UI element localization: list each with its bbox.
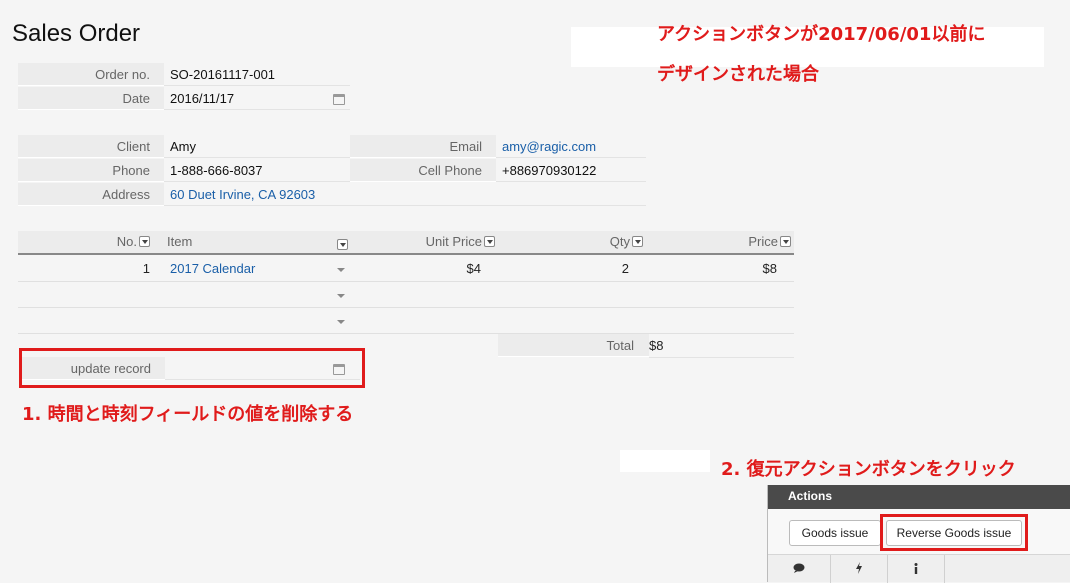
info-icon[interactable] [888, 555, 945, 583]
total-label: Total [606, 338, 634, 353]
cell-phone-label: Cell Phone [350, 159, 496, 182]
client-field[interactable]: Amy [164, 135, 350, 158]
chevron-down-icon[interactable] [337, 294, 345, 298]
chevron-down-icon[interactable] [337, 268, 345, 272]
email-label: Email [350, 135, 496, 158]
actions-panel: Actions Goods issue Reverse Goods issue [767, 485, 1070, 583]
annotation-step-2: 2. 復元アクションボタンをクリック [721, 459, 1016, 480]
highlight-box [19, 348, 365, 388]
table-row[interactable] [18, 282, 794, 308]
address-field[interactable]: 60 Duet Irvine, CA 92603 [164, 183, 646, 206]
page-title: Sales Order [12, 20, 141, 47]
bolt-icon[interactable] [831, 555, 888, 583]
annotation-top-2: デザインされた場合 [657, 64, 819, 85]
column-header-price[interactable]: Price [646, 231, 791, 253]
column-menu-icon[interactable] [337, 239, 348, 250]
goods-issue-button[interactable]: Goods issue [789, 520, 881, 546]
order-no-label: Order no. [18, 63, 164, 86]
column-header-qty[interactable]: Qty [498, 231, 643, 253]
table-row[interactable] [18, 308, 794, 334]
client-label: Client [18, 135, 164, 158]
date-field[interactable]: 2016/11/17 [164, 87, 350, 110]
cell-phone-field[interactable]: +886970930122 [496, 159, 646, 182]
row-no: 1 [142, 261, 150, 276]
table-row[interactable]: 1 2017 Calendar $4 2 $8 [18, 256, 794, 282]
row-qty: 2 [621, 261, 629, 276]
address-label: Address [18, 183, 164, 206]
column-header-no[interactable]: No. [18, 231, 150, 253]
annotation-background-2 [620, 450, 710, 472]
annotation-top: アクションボタンが2017/06/01以前に [657, 24, 986, 45]
row-unit-price: $4 [466, 261, 481, 276]
total-value: $8 [649, 334, 794, 358]
date-label: Date [18, 87, 164, 110]
actions-panel-footer [768, 554, 1070, 583]
column-menu-icon[interactable] [139, 236, 150, 247]
annotation-step-1: 1. 時間と時刻フィールドの値を削除する [22, 404, 354, 425]
email-field[interactable]: amy@ragic.com [496, 135, 646, 158]
column-header-item[interactable]: Item [167, 231, 349, 253]
subtable-header: No. Item Unit Price Qty Price [18, 231, 794, 255]
row-item[interactable]: 2017 Calendar [170, 256, 330, 282]
column-menu-icon[interactable] [780, 236, 791, 247]
order-no-field[interactable]: SO-20161117-001 [164, 63, 350, 86]
chevron-down-icon[interactable] [337, 320, 345, 324]
column-menu-icon[interactable] [484, 236, 495, 247]
column-header-unit-price[interactable]: Unit Price [358, 231, 495, 253]
calendar-icon[interactable] [333, 94, 345, 105]
row-price: $8 [762, 261, 777, 276]
comment-icon[interactable] [768, 555, 831, 583]
column-menu-icon[interactable] [632, 236, 643, 247]
actions-panel-title: Actions [768, 485, 1070, 509]
phone-label: Phone [18, 159, 164, 182]
phone-field[interactable]: 1-888-666-8037 [164, 159, 350, 182]
highlight-box [880, 514, 1028, 551]
